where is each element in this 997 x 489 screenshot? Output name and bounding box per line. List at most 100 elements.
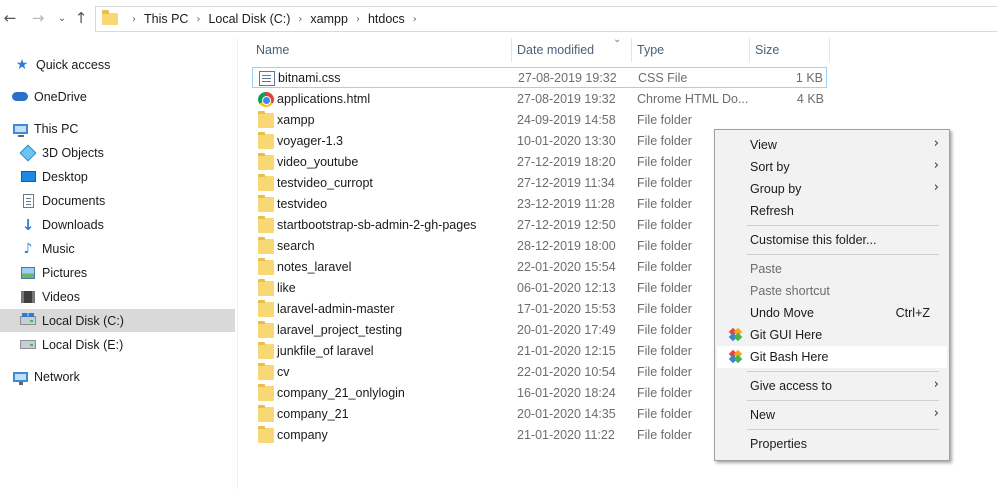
file-type: File folder xyxy=(637,113,692,127)
menu-separator xyxy=(747,225,939,226)
menu-item-properties[interactable]: Properties xyxy=(717,433,947,455)
nav-item-3d-objects[interactable]: 3D Objects xyxy=(0,141,235,164)
folder-row[interactable]: xampp 24-09-2019 14:58 File folder xyxy=(252,110,827,131)
breadcrumb-this-pc[interactable]: This PC xyxy=(144,12,188,26)
network-icon xyxy=(12,369,28,385)
breadcrumb-local-disk-c[interactable]: Local Disk (C:) xyxy=(208,12,290,26)
breadcrumb-separator-icon[interactable]: › xyxy=(413,14,417,25)
column-header-type[interactable]: Type xyxy=(632,38,750,62)
file-type: File folder xyxy=(637,260,692,274)
menu-item-give-access-to[interactable]: Give access to › xyxy=(717,375,947,397)
column-header-name[interactable]: Name xyxy=(251,38,512,62)
menu-item-paste[interactable]: Paste xyxy=(717,258,947,280)
menu-item-undo-move[interactable]: Undo Move Ctrl+Z xyxy=(717,302,947,324)
nav-item-videos[interactable]: Videos xyxy=(0,285,235,308)
menu-item-customise-folder[interactable]: Customise this folder... xyxy=(717,229,947,251)
nav-item-label: Downloads xyxy=(42,217,104,232)
forward-arrow-icon[interactable]: → xyxy=(30,9,46,27)
nav-item-label: Local Disk (E:) xyxy=(42,337,124,352)
folder-icon xyxy=(258,237,274,254)
menu-separator xyxy=(747,400,939,401)
back-arrow-icon[interactable]: ← xyxy=(2,9,18,27)
breadcrumb-separator-icon[interactable]: › xyxy=(196,14,200,25)
file-date: 27-12-2019 11:34 xyxy=(517,176,615,190)
file-row[interactable]: bitnami.css 27-08-2019 19:32 CSS File 1 … xyxy=(252,67,827,88)
nav-item-label: 3D Objects xyxy=(42,145,104,160)
file-type: File folder xyxy=(637,176,692,190)
chrome-icon xyxy=(258,92,274,107)
file-date: 27-08-2019 19:32 xyxy=(517,92,616,106)
file-name: testvideo_curropt xyxy=(277,176,373,190)
breadcrumb-xampp[interactable]: xampp xyxy=(310,12,348,26)
file-name: search xyxy=(277,239,315,253)
nav-item-pictures[interactable]: Pictures xyxy=(0,261,235,284)
file-name: startbootstrap-sb-admin-2-gh-pages xyxy=(277,218,477,232)
menu-item-group-by[interactable]: Group by › xyxy=(717,178,947,200)
nav-item-label: Music xyxy=(42,241,75,256)
chevron-right-icon: › xyxy=(933,377,939,392)
nav-item-quick-access[interactable]: ★ Quick access xyxy=(0,53,235,76)
cloud-icon xyxy=(12,89,28,105)
git-icon xyxy=(728,327,743,342)
file-name: bitnami.css xyxy=(278,71,341,85)
file-type: CSS File xyxy=(638,71,688,85)
breadcrumb-separator-icon[interactable]: › xyxy=(132,14,136,25)
file-date: 23-12-2019 11:28 xyxy=(517,197,615,211)
file-name: cv xyxy=(277,365,290,379)
breadcrumb-separator-icon[interactable]: › xyxy=(298,14,302,25)
breadcrumb-htdocs[interactable]: htdocs xyxy=(368,12,405,26)
file-date: 21-01-2020 11:22 xyxy=(517,428,615,442)
file-size: 4 KB xyxy=(796,92,824,106)
nav-item-documents[interactable]: Documents xyxy=(0,189,235,212)
file-name: applications.html xyxy=(277,92,371,106)
nav-item-onedrive[interactable]: OneDrive xyxy=(0,85,235,108)
file-name: voyager-1.3 xyxy=(277,134,344,148)
file-date: 20-01-2020 14:35 xyxy=(517,407,616,421)
folder-icon xyxy=(258,342,274,359)
menu-item-git-bash-here[interactable]: Git Bash Here xyxy=(717,346,947,368)
file-name: laravel_project_testing xyxy=(277,323,403,337)
column-header-label: Type xyxy=(637,43,665,57)
file-type: File folder xyxy=(637,302,692,316)
menu-item-sort-by[interactable]: Sort by › xyxy=(717,156,947,178)
nav-item-label: Desktop xyxy=(42,169,88,184)
menu-item-git-gui-here[interactable]: Git GUI Here xyxy=(717,324,947,346)
nav-item-downloads[interactable]: ↓ Downloads xyxy=(0,213,235,236)
menu-item-paste-shortcut[interactable]: Paste shortcut xyxy=(717,280,947,302)
nav-item-local-disk-e[interactable]: Local Disk (E:) xyxy=(0,333,235,356)
nav-item-local-disk-c[interactable]: Local Disk (C:) xyxy=(0,309,235,332)
menu-item-refresh[interactable]: Refresh xyxy=(717,200,947,222)
nav-item-music[interactable]: ♪ Music xyxy=(0,237,235,260)
menu-separator xyxy=(747,254,939,255)
nav-item-network[interactable]: Network xyxy=(0,365,235,388)
column-header-size[interactable]: Size xyxy=(750,38,830,62)
menu-item-label: Refresh xyxy=(750,204,794,218)
address-bar[interactable]: › This PC › Local Disk (C:) › xampp › ht… xyxy=(95,6,997,32)
menu-item-label: Give access to xyxy=(750,379,832,393)
file-date: 21-01-2020 12:15 xyxy=(517,344,616,358)
menu-item-label: Paste xyxy=(750,262,782,276)
videos-icon xyxy=(20,289,36,305)
file-date: 10-01-2020 13:30 xyxy=(517,134,616,148)
nav-item-label: OneDrive xyxy=(34,89,87,104)
nav-item-label: Network xyxy=(34,369,80,384)
file-date: 28-12-2019 18:00 xyxy=(517,239,616,253)
breadcrumb-separator-icon[interactable]: › xyxy=(356,14,360,25)
folder-icon xyxy=(102,10,118,25)
menu-separator xyxy=(747,429,939,430)
file-name: like xyxy=(277,281,296,295)
file-row[interactable]: applications.html 27-08-2019 19:32 Chrom… xyxy=(252,89,827,110)
column-header-label: Size xyxy=(755,43,780,57)
up-arrow-icon[interactable]: ↑ xyxy=(73,9,89,27)
nav-item-desktop[interactable]: Desktop xyxy=(0,165,235,188)
folder-icon xyxy=(258,258,274,275)
menu-item-new[interactable]: New › xyxy=(717,404,947,426)
chevron-down-icon[interactable]: ⌄ xyxy=(54,9,70,27)
folder-icon xyxy=(258,195,274,212)
column-header-date-modified[interactable]: Date modified xyxy=(512,38,632,62)
file-date: 27-08-2019 19:32 xyxy=(518,71,617,85)
menu-item-view[interactable]: View › xyxy=(717,134,947,156)
nav-item-this-pc[interactable]: This PC xyxy=(0,117,235,140)
file-type: File folder xyxy=(637,365,692,379)
menu-item-label: Sort by xyxy=(750,160,790,174)
